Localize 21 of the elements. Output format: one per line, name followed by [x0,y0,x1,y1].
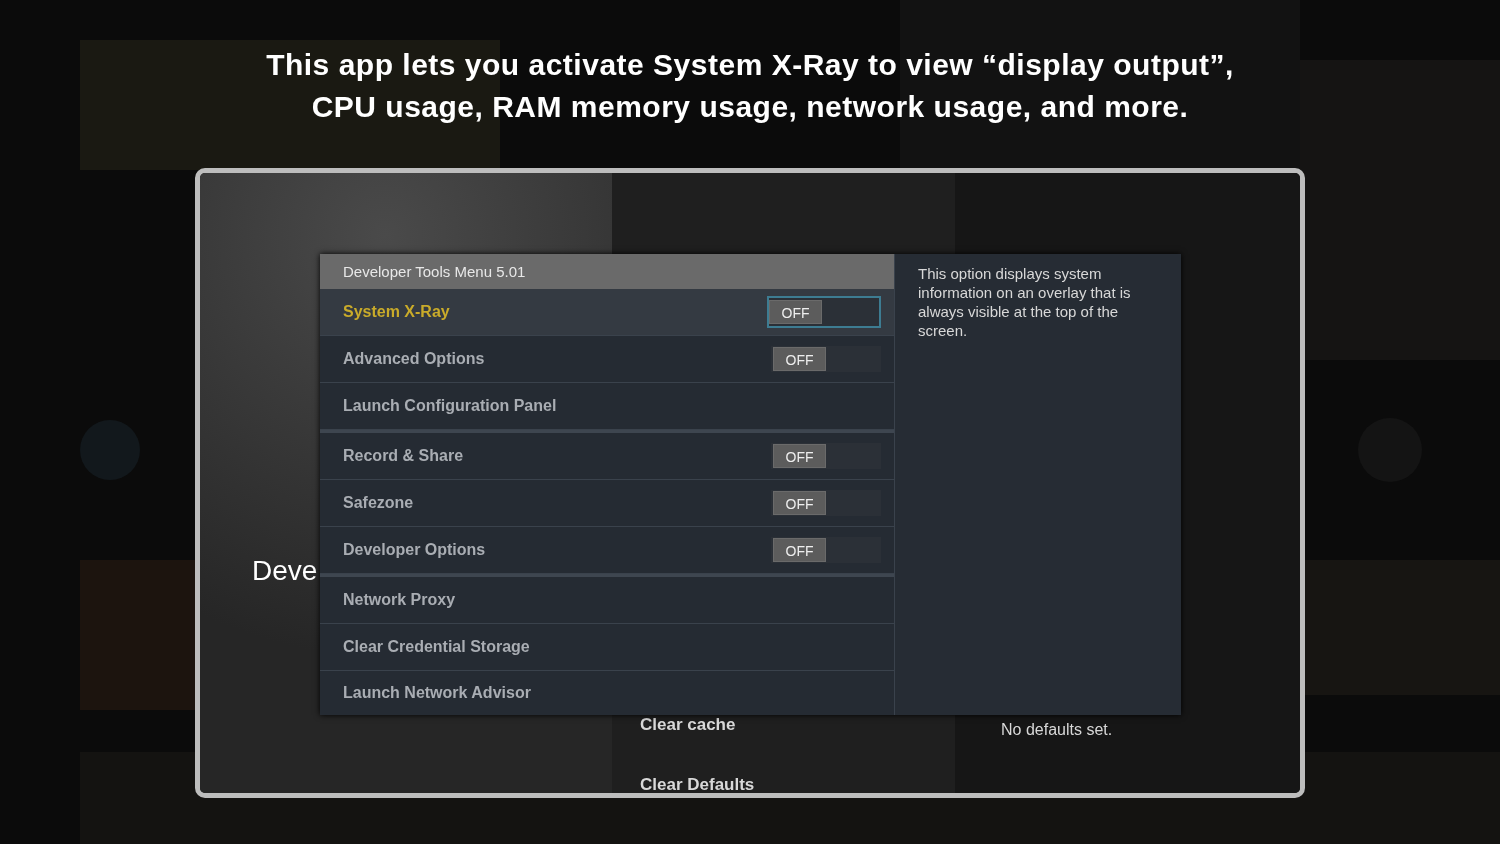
menu-item[interactable]: Launch Configuration Panel [320,383,894,430]
description-text: This option displays system information on an overlay that is always visible at the top of the screen. [918,264,1132,340]
menu-item[interactable]: Advanced Options OFF [320,336,894,383]
menu-title: Developer Tools Menu 5.01 [320,254,894,289]
setting-label[interactable]: Clear Defaults [640,775,955,793]
menu-item[interactable]: Record & Share OFF [320,433,894,480]
menu-item[interactable]: Safezone OFF [320,480,894,527]
toggle-switch[interactable]: OFF [771,537,881,563]
toggle-switch[interactable]: OFF [767,296,881,328]
page-title: Deve [252,555,318,587]
caption-text: This app lets you activate System X-Ray to view “display output”, CPU usage, RAM memory usage, network usage, and more. [266,47,1234,125]
toggle-switch[interactable]: OFF [771,346,881,372]
setting-label[interactable]: No defaults set. [1001,721,1300,739]
menu-item[interactable]: System X-Ray OFF [320,289,894,336]
menu-item[interactable]: Network Proxy [320,577,894,624]
menu-item[interactable]: Clear Credential Storage [320,624,894,671]
menu-item[interactable]: Launch Network Advisor [320,671,894,715]
toggle-switch[interactable]: OFF [771,490,881,516]
menu-item[interactable]: Developer Options OFF [320,527,894,574]
toggle-switch[interactable]: OFF [771,443,881,469]
setting-label[interactable]: Clear cache [640,715,955,735]
